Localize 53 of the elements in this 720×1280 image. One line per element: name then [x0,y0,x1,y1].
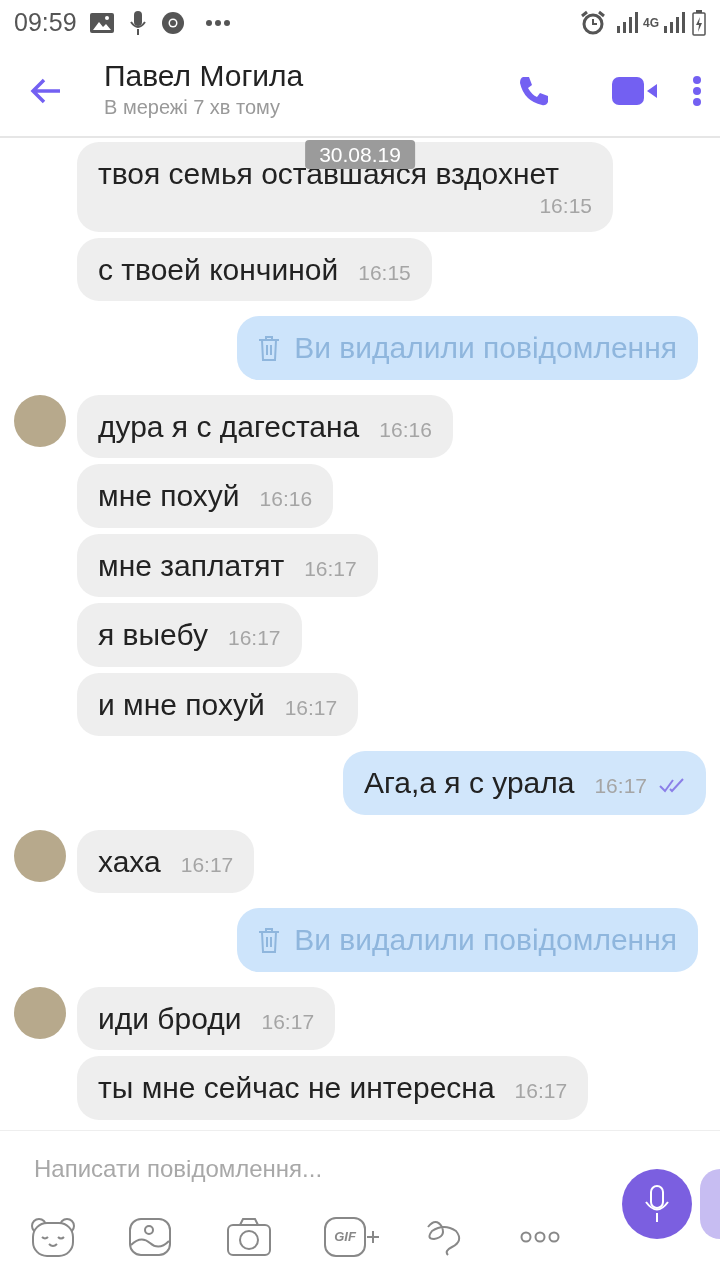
plus-icon [366,1230,380,1244]
message-time: 16:15 [538,192,592,219]
date-badge: 30.08.19 [305,140,415,169]
message-text: Ага,а я с урала [363,765,575,802]
microphone-icon [128,9,147,36]
message-time: 16:16 [258,486,313,513]
trash-icon [258,927,281,953]
message-text: мне похуй [98,478,240,515]
phone-icon [518,74,550,107]
message-text: мне заплатят [98,547,285,584]
bear-face-icon [30,1217,76,1257]
battery-icon [692,9,706,36]
camera-icon [226,1217,272,1257]
browser-icon [160,10,185,35]
video-call-button[interactable] [612,75,658,106]
back-arrow-icon [30,77,62,104]
picture-icon [128,1217,172,1257]
message-text: с твоей кончиной [98,251,339,288]
presence-status: В мережі 7 хв тому [104,95,282,120]
signal-icon [663,11,686,34]
signal-icon [616,11,639,34]
network-type: 4G [643,16,659,29]
message-time: 16:17 [179,851,234,878]
message-time: 16:17 [283,694,338,721]
message-time: 16:16 [378,416,432,443]
message-time: 16:17 [226,625,281,652]
more-icon [204,18,231,27]
message-time: 16:15 [357,259,411,286]
message-text: иди броди [98,1000,242,1037]
video-camera-icon [612,75,658,106]
message-time: 16:17 [303,555,357,582]
message-time: 16:17 [260,1008,315,1035]
microphone-icon [644,1185,670,1223]
alarm-icon [580,9,606,36]
message-time: 16:17 [593,773,647,800]
trash-icon [258,335,281,361]
status-time: 09:59 [14,6,77,38]
more-vertical-icon [692,75,702,106]
message-text: хаха [98,843,161,880]
contact-name: Павел Могила [104,59,305,92]
message-text: Ви видалили повідомлення [294,330,677,367]
message-text: я выебу [98,617,208,654]
menu-button[interactable] [692,75,702,106]
gif-button[interactable]: GIF [324,1207,384,1267]
message-text: и мне похуй [98,686,265,723]
more-icon [520,1231,560,1243]
message-text: Ви видалили повідомлення [294,922,677,959]
call-button[interactable] [518,74,550,107]
gallery-icon [88,11,115,34]
message-text: дура я с дагестана [98,408,360,445]
message-text: ты мне сейчас не интересна [98,1070,495,1107]
back-button[interactable] [30,77,62,104]
message-time: 16:17 [513,1078,568,1105]
